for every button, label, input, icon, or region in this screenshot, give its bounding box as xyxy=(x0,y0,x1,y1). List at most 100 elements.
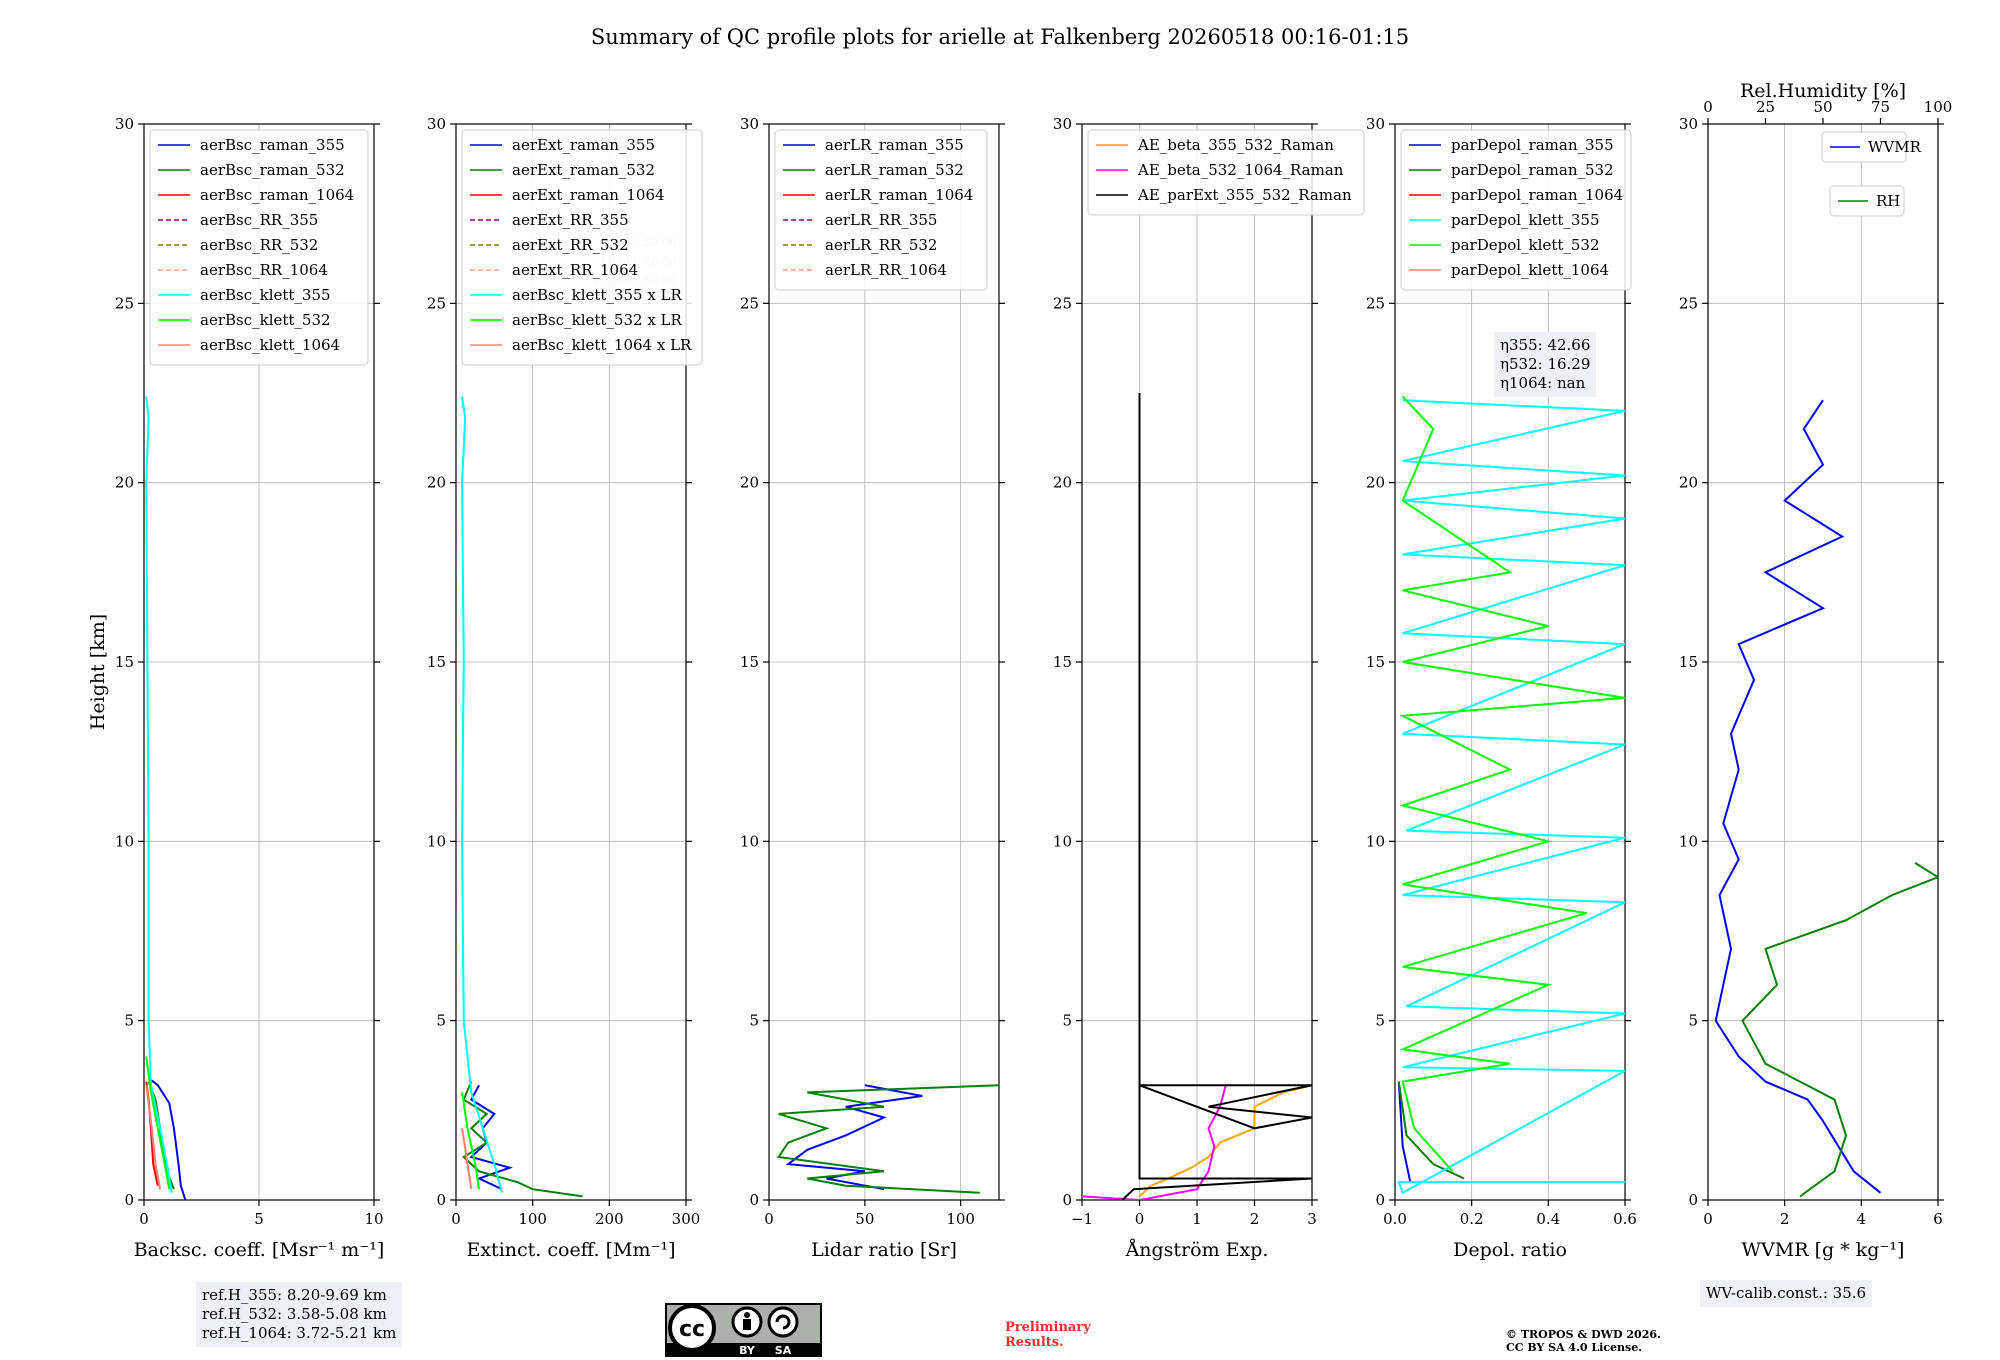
cc-by-sa-badge: cc BY SA xyxy=(665,1303,822,1357)
legend-entry: AE_parExt_355_532_Raman xyxy=(1137,186,1352,204)
figure: Summary of QC profile plots for arielle … xyxy=(87,25,1952,1261)
panel-3: 0 5 10 15 20 25 30 0 50 100 Lidar ratio [Sr] aerLR_… xyxy=(740,115,1005,1261)
panel-6: 0510152025300 2 4 6WVMR [g * kg⁻¹]0 25 50 75 10… xyxy=(1679,80,1952,1261)
x-tick-label: 0 xyxy=(451,1210,461,1228)
series-line-pardepol-klett-532 xyxy=(1399,395,1625,1172)
legend-entry: aerLR_raman_355 xyxy=(825,136,964,154)
x-tick-label: 6 xyxy=(1933,1210,1943,1228)
x-tick-label: 200 xyxy=(595,1210,624,1228)
y-tick-label: 0 xyxy=(124,1191,134,1209)
legend-entry: parDepol_klett_532 xyxy=(1451,236,1600,254)
preliminary-line-2: Results. xyxy=(1005,1335,1064,1350)
legend-entry: aerBsc_klett_355 x LR xyxy=(512,286,683,304)
y-tick-label: 0 xyxy=(436,1191,446,1209)
preliminary-line-1: Preliminary xyxy=(1005,1320,1091,1335)
legend-entry: AE_beta_355_532_Raman xyxy=(1137,136,1334,154)
y-tick-label: 25 xyxy=(427,294,446,312)
series-line-aerbsc-klett-355 xyxy=(145,396,173,1193)
x2-tick-label: 100 xyxy=(1924,98,1953,116)
x-tick-label: 3 xyxy=(1307,1210,1317,1228)
x-tick-label: 0 xyxy=(139,1210,149,1228)
x-tick-label: 5 xyxy=(254,1210,264,1228)
series-line-ae-beta-532-1064-raman xyxy=(1082,1084,1227,1200)
legend-entry: aerBsc_klett_1064 x LR xyxy=(512,336,692,354)
x-tick-label: 0.6 xyxy=(1613,1210,1637,1228)
y-tick-label: 25 xyxy=(1679,294,1698,312)
y-tick-label: 5 xyxy=(1062,1012,1072,1030)
preliminary-note: Preliminary Results. xyxy=(1005,1320,1091,1350)
y-tick-label: 30 xyxy=(115,115,134,133)
x-axis-label: Lidar ratio [Sr] xyxy=(811,1239,957,1261)
y-tick-label: 0 xyxy=(1375,1191,1385,1209)
legend-entry: aerBsc_raman_532 xyxy=(200,161,345,179)
x-axis-label: Extinct. coeff. [Mm⁻¹] xyxy=(466,1239,675,1261)
y-tick-label: 10 xyxy=(115,832,134,850)
legend-entry: parDepol_raman_532 xyxy=(1451,161,1614,179)
legend-entry: aerBsc_RR_532 xyxy=(200,236,318,254)
copyright-note: © TROPOS & DWD 2026. CC BY SA 4.0 Licens… xyxy=(1506,1328,1661,1354)
y-tick-label: 25 xyxy=(1053,294,1072,312)
x-axis-label: Depol. ratio xyxy=(1453,1239,1567,1261)
y-tick-label: 15 xyxy=(427,653,446,671)
legend-entry: RH xyxy=(1876,192,1900,210)
y-tick-label: 25 xyxy=(115,294,134,312)
sa-icon xyxy=(767,1306,799,1338)
x-tick-label: 4 xyxy=(1857,1210,1867,1228)
legend-entry: aerBsc_klett_355 xyxy=(200,286,331,304)
y-tick-label: 20 xyxy=(740,474,759,492)
y-tick-label: 5 xyxy=(749,1012,759,1030)
series-line-ae-parext-355-532-raman xyxy=(1121,393,1312,1200)
y-tick-label: 20 xyxy=(1053,474,1072,492)
legend-entry: aerLR_RR_1064 xyxy=(825,261,947,279)
legend-entry: aerExt_RR_1064 xyxy=(512,261,638,279)
panel-1: 0 5 10 15 20 25 30 0 5 10 Backsc. coeff. [Msr⁻¹ m⁻… xyxy=(115,115,384,1261)
x-tick-label: 0.2 xyxy=(1460,1210,1484,1228)
x-tick-label: 100 xyxy=(946,1210,975,1228)
ref-height-annotation: ref.H_355: 8.20-9.69 km ref.H_532: 3.58-… xyxy=(196,1282,403,1347)
x-axis-label: WVMR [g * kg⁻¹] xyxy=(1742,1239,1905,1261)
y-tick-label: 25 xyxy=(1366,294,1385,312)
y-tick-label: 20 xyxy=(115,474,134,492)
y-tick-label: 15 xyxy=(1679,653,1698,671)
x-tick-label: 0 xyxy=(764,1210,774,1228)
legend-entry: aerBsc_raman_355 xyxy=(200,136,345,154)
x-tick-label: 2 xyxy=(1250,1210,1260,1228)
legend-entry: parDepol_raman_1064 xyxy=(1451,186,1623,204)
legend-entry: parDepol_klett_1064 xyxy=(1451,261,1609,279)
x-tick-label: 100 xyxy=(518,1210,547,1228)
y-tick-label: 5 xyxy=(1375,1012,1385,1030)
legend-entry: aerBsc_RR_355 xyxy=(200,211,318,229)
eta-355: η355: 42.66 xyxy=(1500,336,1591,354)
y-tick-label: 0 xyxy=(1688,1191,1698,1209)
legend-entry: aerExt_raman_1064 xyxy=(512,186,665,204)
sa-text: SA xyxy=(775,1344,792,1357)
y-tick-label: 10 xyxy=(1053,832,1072,850)
y-tick-label: 30 xyxy=(1366,115,1385,133)
y-tick-label: 10 xyxy=(1366,832,1385,850)
x-axis-label: Backsc. coeff. [Msr⁻¹ m⁻¹] xyxy=(134,1239,385,1261)
y-tick-label: 15 xyxy=(1053,653,1072,671)
y-tick-label: 5 xyxy=(124,1012,134,1030)
legend-entry: aerLR_raman_1064 xyxy=(825,186,973,204)
x-tick-label: 50 xyxy=(855,1210,874,1228)
legend-entry: aerBsc_klett_1064 xyxy=(200,336,340,354)
ref-height-355: ref.H_355: 8.20-9.69 km xyxy=(202,1286,387,1304)
legend-entry: aerExt_RR_355 xyxy=(512,211,629,229)
ref-height-532: ref.H_532: 3.58-5.08 km xyxy=(202,1305,387,1323)
series-line-rh xyxy=(1741,862,1938,1198)
eta-1064: η1064: nan xyxy=(1500,374,1586,392)
y-tick-label: 20 xyxy=(1679,474,1698,492)
legend-entry: aerExt_raman_355 xyxy=(512,136,655,154)
series-line-aerbsc-klett-355-x-lr xyxy=(461,396,503,1194)
y-tick-label: 15 xyxy=(1366,653,1385,671)
legend-entry: aerExt_raman_532 xyxy=(512,161,655,179)
y-tick-label: 10 xyxy=(1679,832,1698,850)
y-tick-label: 20 xyxy=(427,474,446,492)
x2-tick-label: 0 xyxy=(1703,98,1713,116)
x-tick-label: 0 xyxy=(1703,1210,1713,1228)
y-tick-label: 5 xyxy=(436,1012,446,1030)
ref-height-1064: ref.H_1064: 3.72-5.21 km xyxy=(202,1324,397,1342)
x-tick-label: 0.0 xyxy=(1383,1210,1407,1228)
x-tick-label: 0.4 xyxy=(1536,1210,1560,1228)
x2-axis-label: Rel.Humidity [%] xyxy=(1740,80,1906,102)
